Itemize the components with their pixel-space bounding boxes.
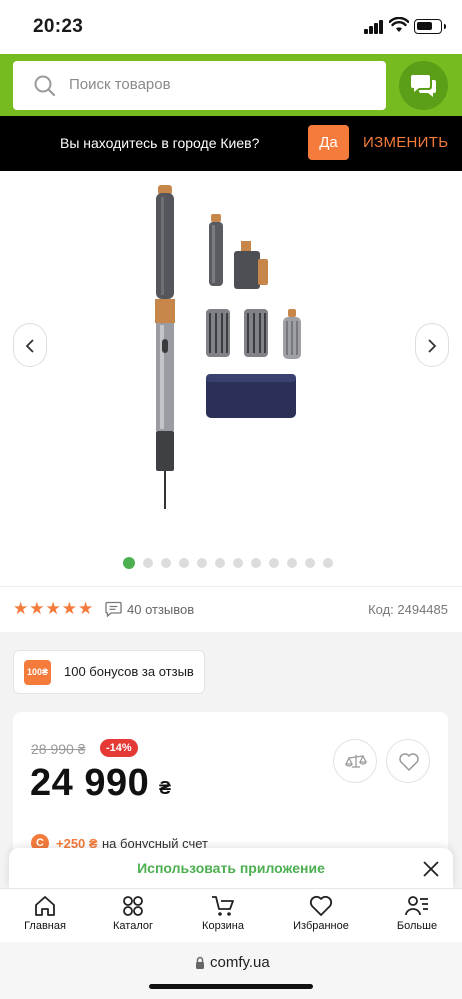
nav-label: Избранное <box>293 920 349 932</box>
product-image[interactable] <box>140 179 320 519</box>
heart-icon <box>399 753 419 771</box>
change-city-button[interactable]: ИЗМЕНИТЬ <box>363 134 448 151</box>
scales-icon <box>345 754 367 768</box>
gallery-next-button[interactable] <box>415 323 449 367</box>
rating-stars: ★ ★ ★ ★ ★ <box>13 601 93 618</box>
gallery-dot[interactable] <box>143 558 153 568</box>
city-banner: Вы находитесь в городе Киев? Да ИЗМЕНИТЬ <box>0 116 462 171</box>
reviews-link[interactable]: 40 отзывов <box>127 602 194 617</box>
close-icon[interactable] <box>421 859 441 879</box>
nav-label: Корзина <box>202 920 244 932</box>
gallery-dot[interactable] <box>197 558 207 568</box>
city-question: Вы находитесь в городе Киев? <box>60 135 260 151</box>
cart-icon <box>212 896 234 916</box>
chat-button[interactable] <box>399 61 448 110</box>
compare-button[interactable] <box>333 739 377 783</box>
bonus-tag: 100₴ <box>24 660 51 685</box>
search-placeholder: Поиск товаров <box>69 76 171 93</box>
home-icon <box>35 896 55 916</box>
catalog-icon <box>123 896 143 916</box>
review-bonus-badge: 100₴ 100 бонусов за отзыв <box>13 650 205 694</box>
nav-home[interactable]: Главная <box>0 895 90 941</box>
status-time: 20:23 <box>33 16 84 37</box>
nav-favorites[interactable]: Избранное <box>276 895 366 941</box>
currency-symbol: ₴ <box>159 778 172 798</box>
nav-cart[interactable]: Корзина <box>178 895 268 941</box>
star-icon: ★ <box>13 599 29 619</box>
gallery-dot[interactable] <box>323 558 333 568</box>
rating-row: ★ ★ ★ ★ ★ 40 отзывов Код: 2494485 <box>0 586 462 632</box>
chevron-right-icon <box>428 339 437 353</box>
gallery-pagination <box>123 557 333 569</box>
gallery-dot[interactable] <box>287 558 297 568</box>
use-app-link[interactable]: Использовать приложение <box>9 860 453 876</box>
browser-url-bar[interactable]: comfy.ua <box>0 942 462 999</box>
gallery-dot[interactable] <box>305 558 315 568</box>
search-input[interactable]: Поиск товаров <box>13 61 386 110</box>
battery-level <box>417 22 432 30</box>
gallery-dot[interactable] <box>269 558 279 568</box>
nav-catalog[interactable]: Каталог <box>88 895 178 941</box>
current-price: 24 990 <box>30 762 150 804</box>
search-header: Поиск товаров <box>0 54 462 116</box>
star-icon: ★ <box>45 599 61 619</box>
more-icon <box>405 896 428 916</box>
chat-icon <box>411 75 436 97</box>
home-indicator <box>149 984 313 989</box>
star-icon: ★ <box>61 599 77 619</box>
bottom-nav: Главная Каталог Корзина Избранное Больше <box>0 888 462 942</box>
discount-badge: -14% <box>100 739 138 757</box>
star-icon: ★ <box>78 599 94 619</box>
wifi-icon <box>389 17 409 32</box>
bonus-text: 100 бонусов за отзыв <box>64 664 194 679</box>
gallery-dot[interactable] <box>123 557 135 569</box>
lock-icon <box>196 956 204 969</box>
old-price: 28 990 ₴ <box>31 741 86 757</box>
gallery-dot[interactable] <box>215 558 225 568</box>
product-code: Код: 2494485 <box>368 602 448 617</box>
star-icon: ★ <box>29 599 45 619</box>
nav-label: Каталог <box>113 920 153 932</box>
battery-icon <box>414 19 446 34</box>
gallery-dot[interactable] <box>233 558 243 568</box>
gallery-prev-button[interactable] <box>13 323 47 367</box>
product-gallery <box>0 171 462 586</box>
confirm-city-button[interactable]: Да <box>308 125 349 160</box>
url-text: comfy.ua <box>210 954 270 971</box>
signal-icon <box>364 20 383 34</box>
reviews-icon <box>105 601 122 617</box>
gallery-dot[interactable] <box>251 558 261 568</box>
app-banner[interactable]: Использовать приложение <box>9 848 453 890</box>
wishlist-button[interactable] <box>386 739 430 783</box>
search-icon <box>34 75 56 97</box>
status-bar: 20:23 <box>0 0 462 54</box>
gallery-dot[interactable] <box>161 558 171 568</box>
nav-label: Главная <box>24 920 66 932</box>
heart-icon <box>309 895 333 916</box>
nav-more[interactable]: Больше <box>372 895 462 941</box>
chevron-left-icon <box>25 339 34 353</box>
nav-label: Больше <box>396 920 438 932</box>
gallery-dot[interactable] <box>179 558 189 568</box>
